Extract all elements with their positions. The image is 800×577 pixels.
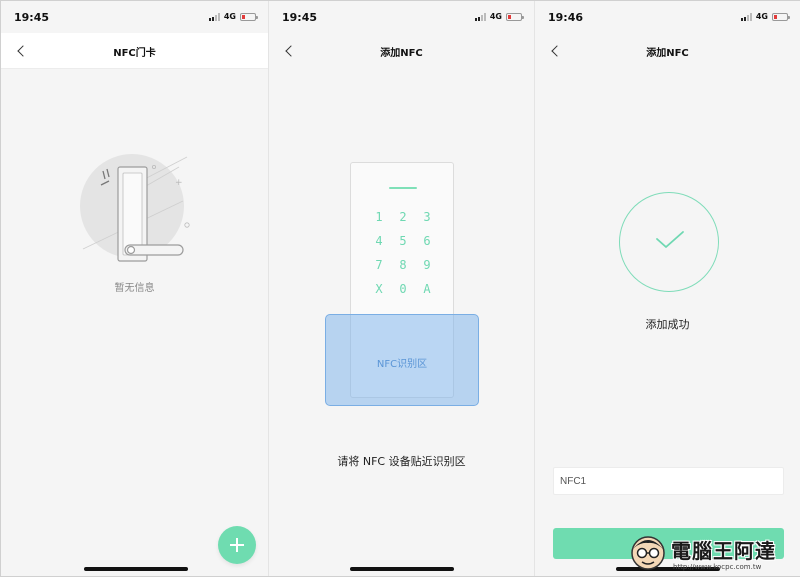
- status-indicators: 4G: [740, 12, 790, 21]
- battery-icon: [772, 12, 790, 21]
- nfc-zone-label: NFC识别区: [376, 359, 428, 370]
- keypad-key: 1: [375, 210, 383, 224]
- nav-bar: 添加NFC: [269, 33, 534, 69]
- keypad-key: 4: [375, 234, 383, 248]
- home-indicator[interactable]: [350, 567, 454, 571]
- page-title: NFC门卡: [113, 48, 156, 59]
- status-bar: 19:45 4G: [1, 1, 268, 33]
- site-watermark: 電腦王阿達 http://www.kocpc.com.tw: [627, 531, 799, 575]
- nav-bar: 添加NFC: [535, 33, 800, 69]
- watermark-url: http://www.kocpc.com.tw: [673, 563, 762, 571]
- door-lock-empty-illustration: +: [80, 154, 190, 262]
- network-type: 4G: [223, 12, 236, 21]
- status-bar: 19:45 4G: [269, 1, 534, 33]
- nfc-card-name-input[interactable]: [553, 467, 784, 495]
- checkmark-icon: [656, 231, 684, 248]
- scan-hint-text: 请将 NFC 设备贴近识别区: [337, 455, 466, 468]
- keypad-key: 0: [399, 282, 407, 296]
- signal-icon: [474, 12, 486, 21]
- nfc-recognition-zone: NFC识别区: [325, 314, 479, 406]
- keypad-key: A: [423, 282, 431, 296]
- status-time: 19:45: [14, 11, 50, 24]
- keypad-key: 6: [423, 234, 431, 248]
- keypad-key: X: [375, 282, 383, 296]
- screen-add-nfc-success: 19:46 4G 添加NFC 添加成功: [534, 1, 800, 576]
- status-time: 19:45: [282, 11, 318, 24]
- add-nfc-card-button[interactable]: [218, 526, 256, 564]
- network-type: 4G: [755, 12, 768, 21]
- screen-nfc-card-list: 19:45 4G NFC门卡 + 暂无信息: [1, 1, 268, 576]
- keypad-key: 5: [399, 234, 407, 248]
- page-title: 添加NFC: [646, 48, 689, 59]
- keypad-grid: 1 2 3 4 5 6 7 8 9 X 0 A: [367, 211, 439, 295]
- watermark-title: 電腦王阿達: [671, 539, 776, 563]
- keypad-key: 8: [399, 258, 407, 272]
- keypad-key: 3: [423, 210, 431, 224]
- network-type: 4G: [489, 12, 502, 21]
- signal-icon: [208, 12, 220, 21]
- keypad-key: 9: [423, 258, 431, 272]
- keypad-key: 7: [375, 258, 383, 272]
- keypad-key: 2: [399, 210, 407, 224]
- success-message: 添加成功: [645, 318, 690, 331]
- screen-add-nfc-scan: 19:45 4G 添加NFC 1 2 3 4 5 6 7 8 9 X 0 A N…: [268, 1, 534, 576]
- signal-icon: [740, 12, 752, 21]
- screenshot-frame: 19:45 4G NFC门卡 + 暂无信息 19:45 4G 添加NFC 1 2…: [0, 0, 800, 577]
- status-indicators: 4G: [474, 12, 524, 21]
- battery-icon: [506, 12, 524, 21]
- page-title: 添加NFC: [380, 48, 423, 59]
- success-ring: [619, 192, 719, 292]
- battery-icon: [240, 12, 258, 21]
- empty-state-text: 暂无信息: [114, 283, 155, 294]
- status-time: 19:46: [548, 11, 584, 24]
- status-bar: 19:46 4G: [535, 1, 800, 33]
- status-indicators: 4G: [208, 12, 258, 21]
- card-slot-icon: [389, 187, 417, 189]
- nav-bar: NFC门卡: [1, 33, 268, 69]
- svg-text:+: +: [175, 178, 183, 188]
- home-indicator[interactable]: [84, 567, 188, 571]
- mascot-avatar-icon: [631, 536, 665, 570]
